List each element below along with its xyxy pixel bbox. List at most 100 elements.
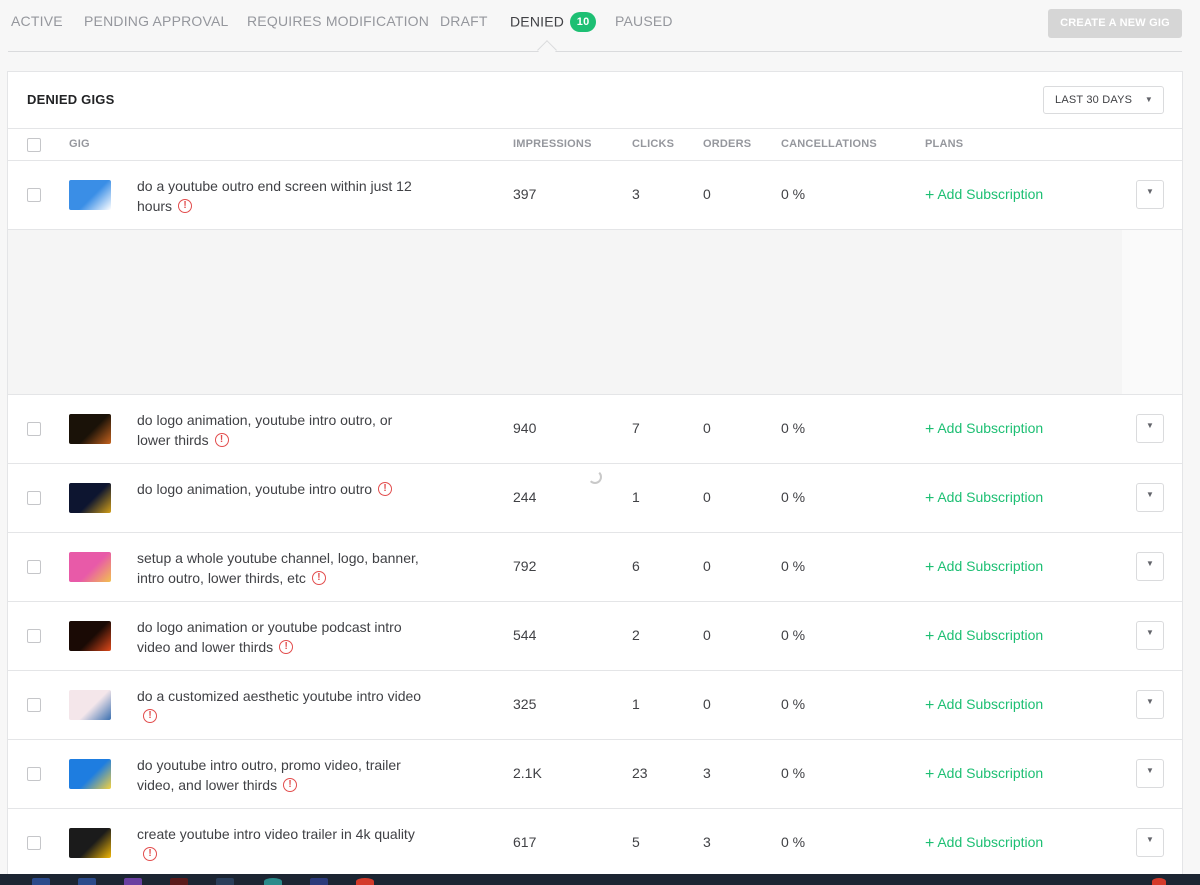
- tab-active[interactable]: ACTIVE: [11, 13, 63, 29]
- gig-title-text: setup a whole youtube channel, logo, ban…: [137, 550, 419, 586]
- orders-value: 0: [703, 489, 711, 505]
- plus-icon: +: [925, 835, 935, 852]
- gig-title-text: do a customized aesthetic youtube intro …: [137, 688, 422, 704]
- row-actions-dropdown[interactable]: ▼: [1136, 759, 1164, 788]
- taskbar-app-icon[interactable]: [78, 878, 96, 885]
- add-subscription-label: Add Subscription: [937, 627, 1044, 643]
- create-new-gig-button[interactable]: CREATE A NEW GIG: [1048, 9, 1182, 38]
- tabs-divider: [8, 51, 1182, 52]
- add-subscription-link[interactable]: + Add Subscription: [925, 420, 1043, 438]
- row-actions-dropdown[interactable]: ▼: [1136, 690, 1164, 719]
- taskbar-app-icon[interactable]: [310, 878, 328, 885]
- row-checkbox[interactable]: [27, 491, 41, 505]
- warning-icon[interactable]: !: [378, 482, 393, 497]
- add-subscription-link[interactable]: + Add Subscription: [925, 696, 1043, 714]
- add-subscription-label: Add Subscription: [937, 558, 1044, 574]
- chevron-down-icon: ▼: [1146, 697, 1154, 706]
- taskbar-app-icon[interactable]: [32, 878, 50, 885]
- column-orders[interactable]: ORDERS: [703, 138, 751, 150]
- warning-icon[interactable]: !: [283, 778, 298, 793]
- row-checkbox[interactable]: [27, 836, 41, 850]
- row-actions-dropdown[interactable]: ▼: [1136, 414, 1164, 443]
- add-subscription-link[interactable]: + Add Subscription: [925, 558, 1043, 576]
- row-checkbox[interactable]: [27, 767, 41, 781]
- denied-count-badge: 10: [570, 12, 597, 32]
- gig-thumbnail[interactable]: [69, 180, 111, 210]
- tab-pending-approval[interactable]: PENDING APPROVAL: [84, 13, 229, 29]
- gig-thumbnail[interactable]: [69, 690, 111, 720]
- warning-icon[interactable]: !: [178, 199, 193, 214]
- impressions-value: 325: [513, 696, 537, 712]
- taskbar-app-icon[interactable]: [124, 878, 142, 885]
- gig-thumbnail[interactable]: [69, 621, 111, 651]
- gig-title[interactable]: do youtube intro outro, promo video, tra…: [137, 755, 427, 795]
- chevron-down-icon: ▼: [1146, 187, 1154, 196]
- column-plans: PLANS: [925, 138, 964, 150]
- taskbar-app-icon[interactable]: [216, 878, 234, 885]
- tab-paused[interactable]: PAUSED: [615, 13, 673, 29]
- notification-icon[interactable]: [1152, 878, 1166, 885]
- clicks-value: 7: [632, 420, 640, 436]
- gig-title[interactable]: do logo animation, youtube intro outro, …: [137, 410, 427, 450]
- row-checkbox[interactable]: [27, 629, 41, 643]
- chevron-down-icon: ▼: [1146, 766, 1154, 775]
- impressions-value: 397: [513, 186, 537, 202]
- tab-denied[interactable]: DENIED 10: [510, 12, 597, 33]
- cancellations-value: 0 %: [781, 186, 806, 202]
- add-subscription-link[interactable]: + Add Subscription: [925, 186, 1043, 204]
- gig-title[interactable]: do a youtube outro end screen within jus…: [137, 176, 427, 216]
- table-row: create youtube intro video trailer in 4k…: [8, 809, 1182, 878]
- active-tab-indicator: [537, 40, 557, 60]
- row-actions-dropdown[interactable]: ▼: [1136, 483, 1164, 512]
- row-actions-dropdown[interactable]: ▼: [1136, 828, 1164, 857]
- orders-value: 0: [703, 627, 711, 643]
- gig-title[interactable]: setup a whole youtube channel, logo, ban…: [137, 548, 427, 588]
- taskbar-app-icon[interactable]: [264, 878, 282, 885]
- warning-icon[interactable]: !: [143, 847, 157, 862]
- clicks-value: 23: [632, 765, 648, 781]
- column-clicks[interactable]: CLICKS: [632, 138, 674, 150]
- taskbar-app-icon[interactable]: [170, 878, 188, 885]
- row-actions-dropdown[interactable]: ▼: [1136, 180, 1164, 209]
- gig-title[interactable]: create youtube intro video trailer in 4k…: [137, 824, 427, 864]
- plus-icon: +: [925, 766, 935, 783]
- warning-icon[interactable]: !: [143, 709, 157, 724]
- gig-thumbnail[interactable]: [69, 552, 111, 582]
- row-checkbox[interactable]: [27, 698, 41, 712]
- column-cancellations[interactable]: CANCELLATIONS: [781, 138, 877, 150]
- table-row: do a youtube outro end screen within jus…: [8, 161, 1182, 230]
- warning-icon[interactable]: !: [279, 640, 294, 655]
- tab-requires-modification[interactable]: REQUIRES MODIFICATION: [247, 13, 429, 29]
- row-checkbox[interactable]: [27, 422, 41, 436]
- add-subscription-link[interactable]: + Add Subscription: [925, 489, 1043, 507]
- column-impressions[interactable]: IMPRESSIONS: [513, 138, 592, 150]
- impressions-value: 244: [513, 489, 537, 505]
- plus-icon: +: [925, 559, 935, 576]
- row-actions-dropdown[interactable]: ▼: [1136, 621, 1164, 650]
- orders-value: 0: [703, 558, 711, 574]
- gig-thumbnail[interactable]: [69, 759, 111, 789]
- add-subscription-link[interactable]: + Add Subscription: [925, 834, 1043, 852]
- gig-thumbnail[interactable]: [69, 483, 111, 513]
- gig-title[interactable]: do a customized aesthetic youtube intro …: [137, 686, 427, 726]
- date-range-select[interactable]: LAST 30 DAYS ▼: [1043, 86, 1164, 114]
- taskbar-app-icon[interactable]: [356, 878, 374, 885]
- gig-thumbnail[interactable]: [69, 414, 111, 444]
- add-subscription-link[interactable]: + Add Subscription: [925, 627, 1043, 645]
- add-subscription-link[interactable]: + Add Subscription: [925, 765, 1043, 783]
- row-actions-dropdown[interactable]: ▼: [1136, 552, 1164, 581]
- select-all-checkbox[interactable]: [27, 138, 41, 152]
- cancellations-value: 0 %: [781, 696, 806, 712]
- gig-thumbnail[interactable]: [69, 828, 111, 858]
- row-checkbox[interactable]: [27, 188, 41, 202]
- panel-header: DENIED GIGS LAST 30 DAYS ▼: [8, 72, 1182, 129]
- add-subscription-label: Add Subscription: [937, 765, 1044, 781]
- gig-title[interactable]: do logo animation, youtube intro outro!: [137, 479, 427, 499]
- warning-icon[interactable]: !: [311, 571, 326, 586]
- orders-value: 3: [703, 765, 711, 781]
- warning-icon[interactable]: !: [214, 433, 229, 448]
- add-subscription-label: Add Subscription: [937, 186, 1044, 202]
- tab-draft[interactable]: DRAFT: [440, 13, 488, 29]
- row-checkbox[interactable]: [27, 560, 41, 574]
- gig-title[interactable]: do logo animation or youtube podcast int…: [137, 617, 427, 657]
